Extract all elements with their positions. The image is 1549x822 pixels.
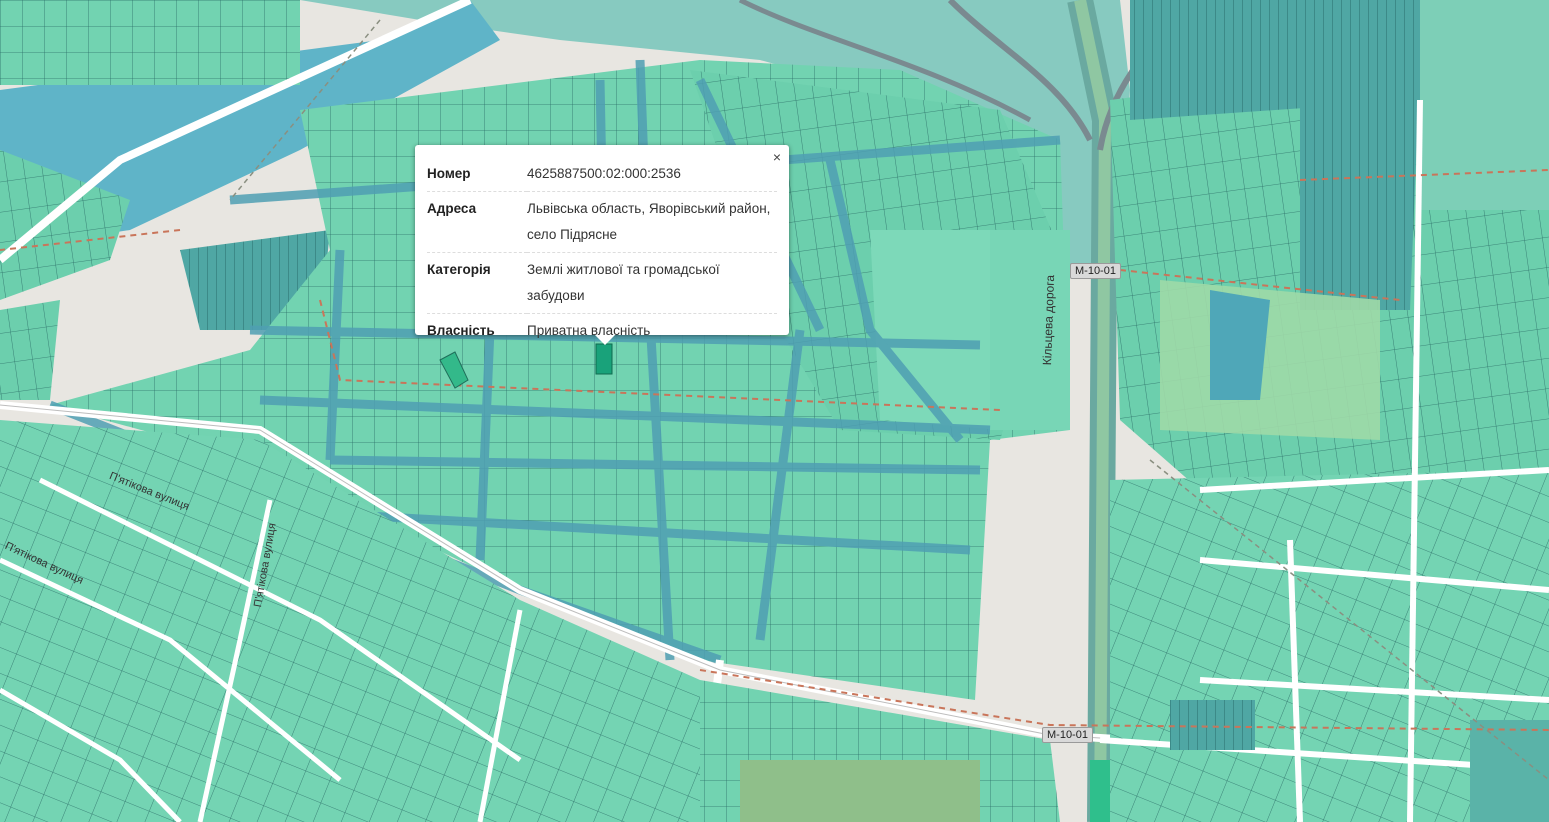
info-key: Власність: [427, 323, 495, 338]
map-canvas[interactable]: [0, 0, 1549, 822]
route-shield: М-10-01: [1070, 263, 1121, 279]
green-zone: [1160, 280, 1380, 440]
parcel-info-popup: × Номер 4625887500:02:000:2536 Адреса Ль…: [415, 145, 789, 345]
route-shield: М-10-01: [1042, 727, 1093, 743]
green-area: [740, 760, 980, 822]
info-key: Категорія: [427, 252, 527, 314]
parcel-block: [1170, 700, 1255, 750]
parcel-address: Львівська область, Яворівський район, се…: [527, 191, 777, 253]
district-right-strips: [1300, 60, 1420, 310]
parcel-ownership: Приватна власність: [527, 323, 651, 338]
parcel-block: [1420, 0, 1549, 210]
parcel-block: [0, 300, 60, 400]
parcel-number: 4625887500:02:000:2536: [527, 157, 777, 192]
info-row-address: Адреса Львівська область, Яворівський ра…: [427, 191, 777, 253]
parcel-block: [0, 0, 300, 85]
parcel-block: [870, 230, 1000, 430]
info-key: Номер: [427, 157, 527, 192]
selected-parcel[interactable]: [595, 343, 613, 375]
info-key: Адреса: [427, 191, 527, 253]
info-row-number: Номер 4625887500:02:000:2536: [427, 157, 777, 192]
cadastral-map[interactable]: Кільцева дорога П'ятікова вулиця П'ятіко…: [0, 0, 1549, 822]
parcel-category: Землі житлової та громадської забудови: [527, 252, 777, 314]
parcel-block: [990, 230, 1070, 430]
info-row-category: Категорія Землі житлової та громадської …: [427, 252, 777, 314]
close-icon[interactable]: ×: [773, 150, 781, 164]
parcel-info-table: Номер 4625887500:02:000:2536 Адреса Льві…: [427, 157, 777, 348]
parcel-block: [1210, 290, 1270, 400]
info-row-ownership: Власність Приватна власність: [427, 314, 777, 349]
